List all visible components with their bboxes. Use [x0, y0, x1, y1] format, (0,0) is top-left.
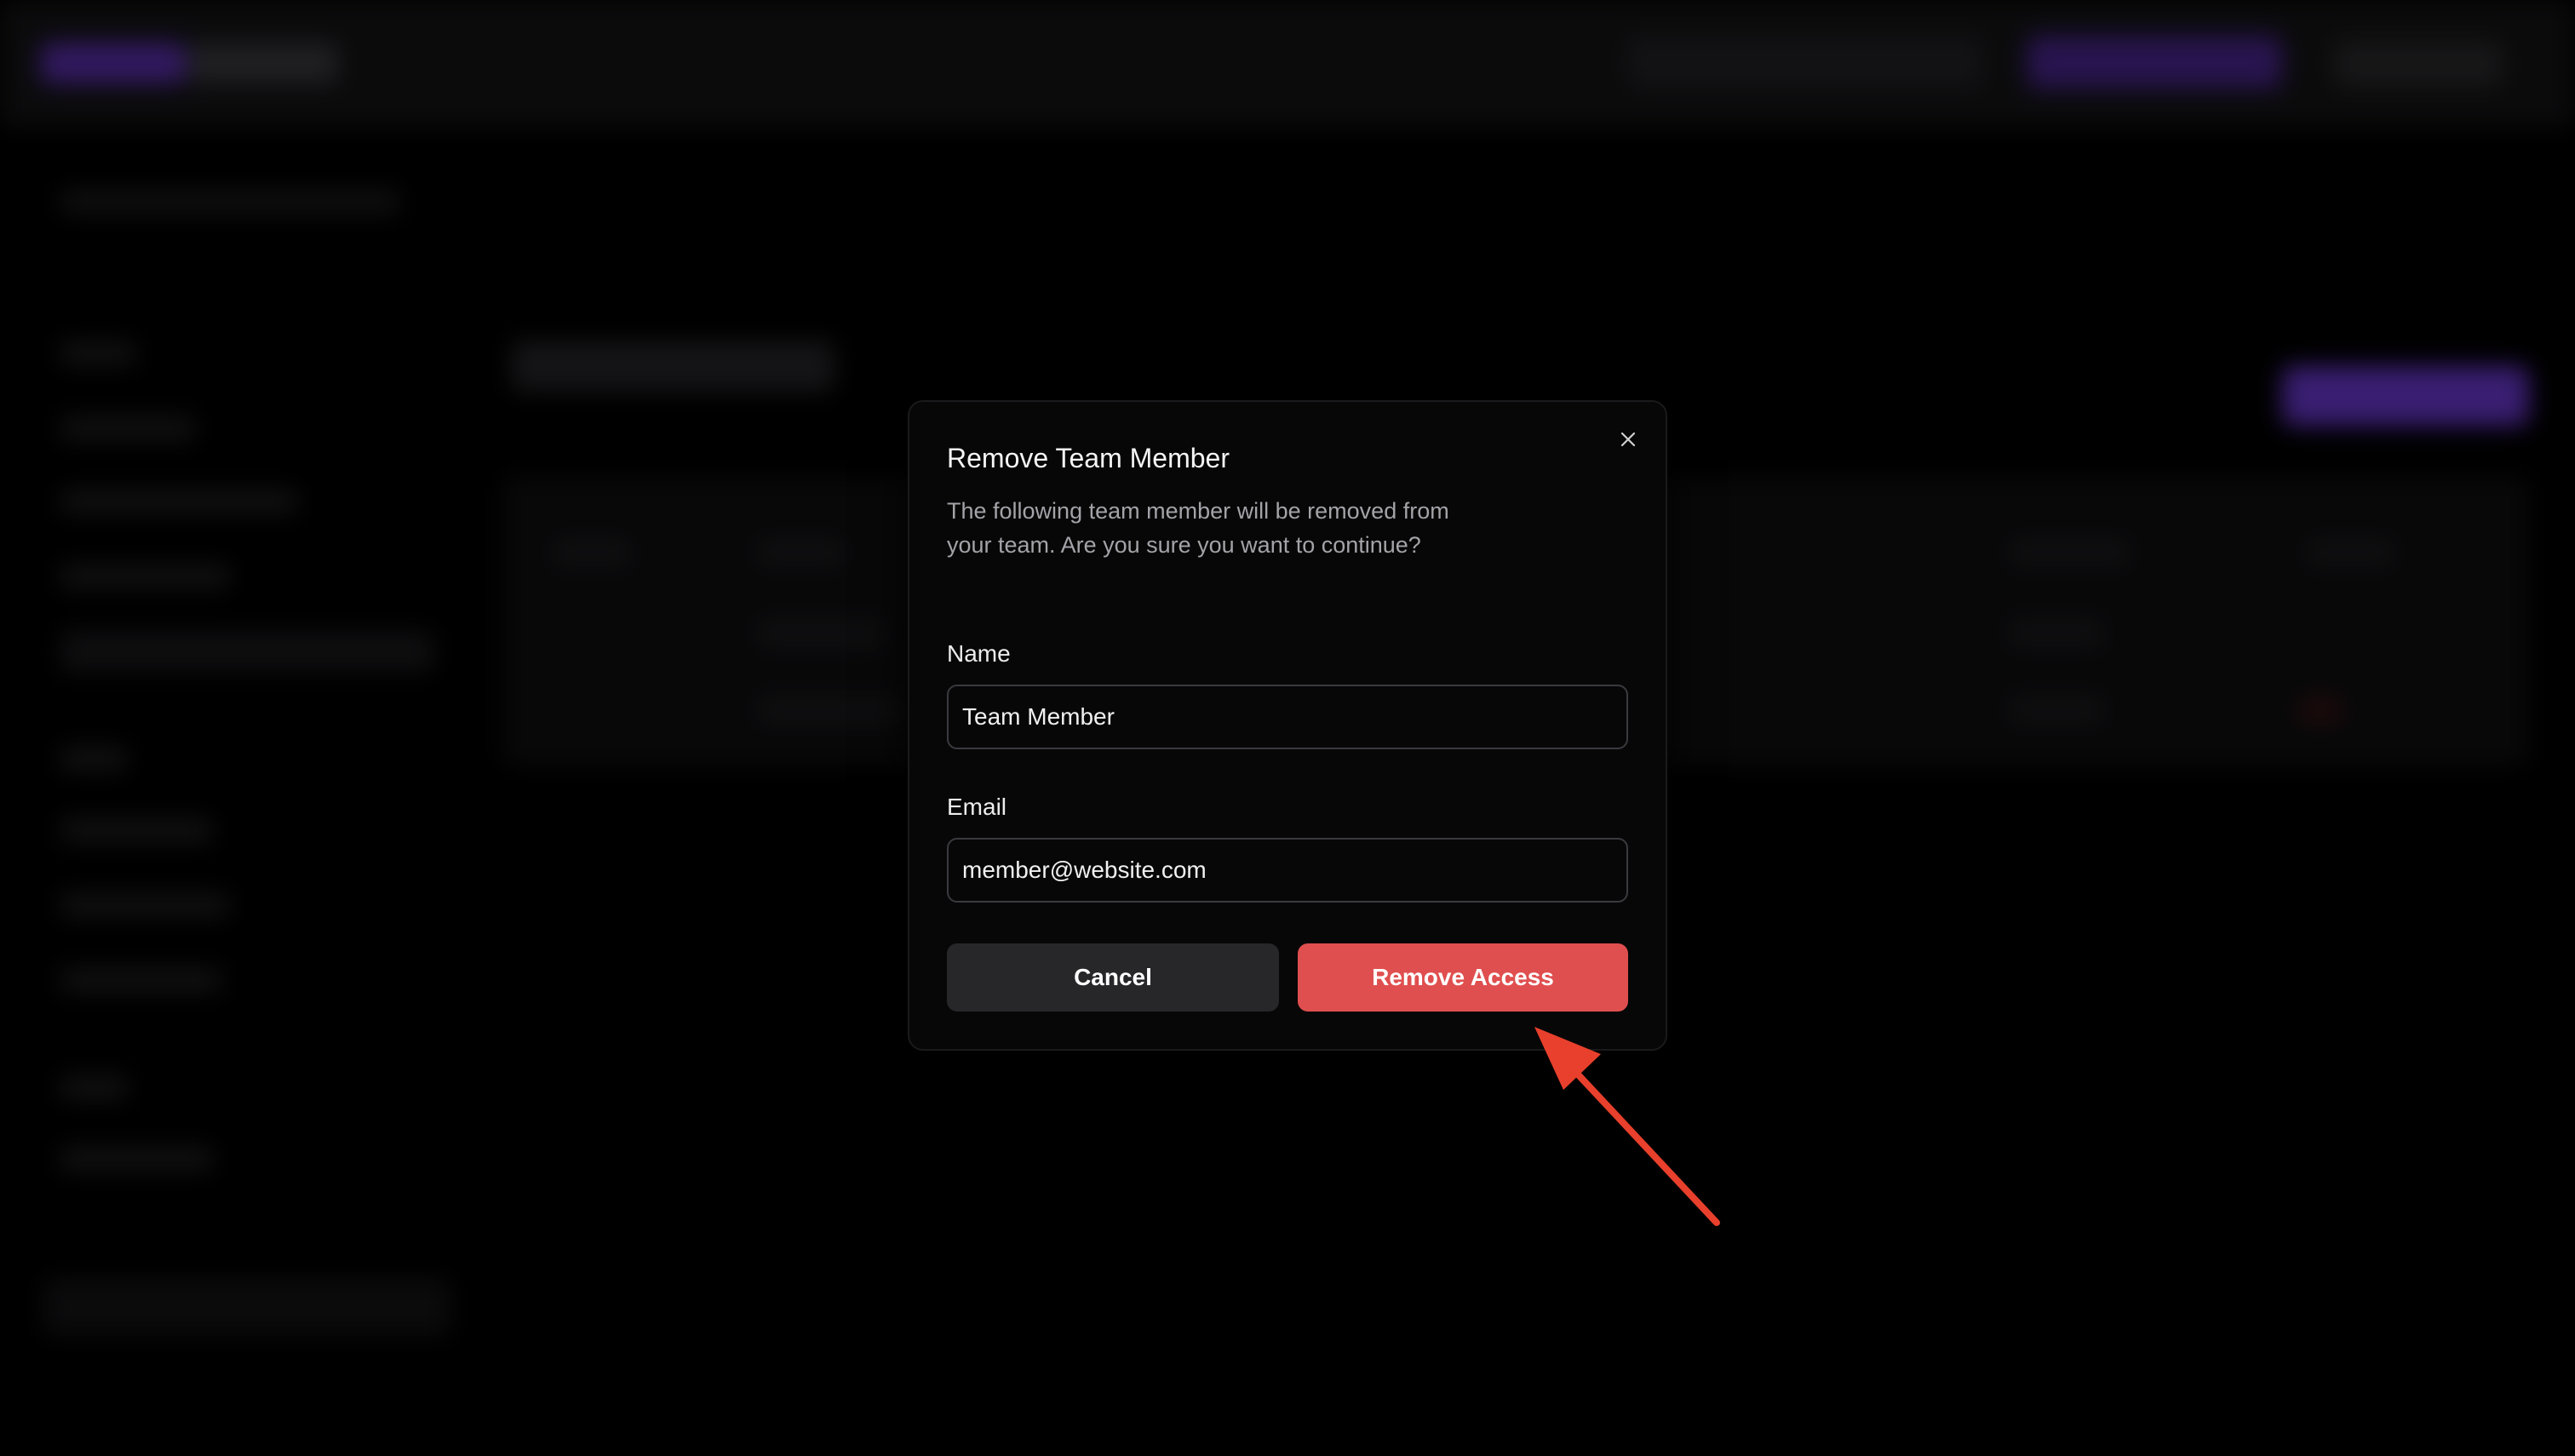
annotation-arrow-icon — [1534, 1027, 1720, 1226]
